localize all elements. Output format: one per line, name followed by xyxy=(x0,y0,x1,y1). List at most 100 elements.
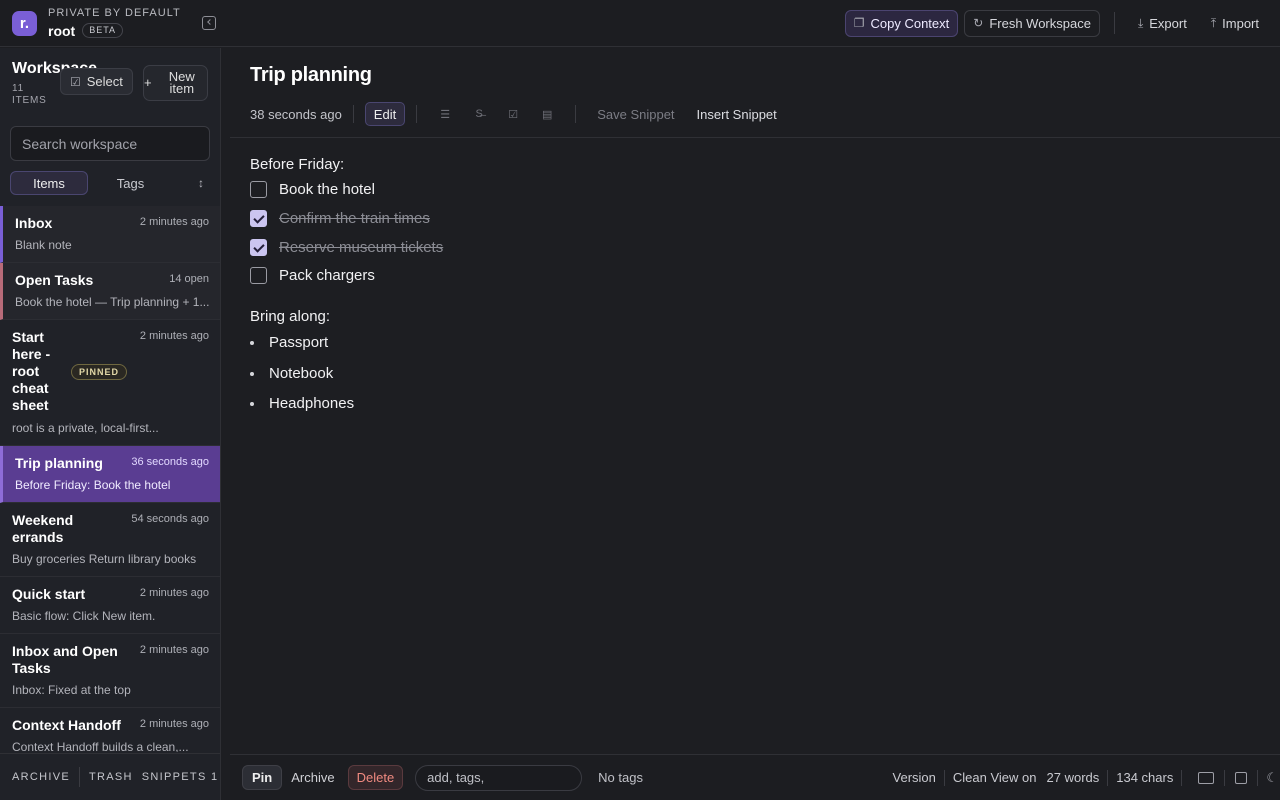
list-item[interactable]: Quick start 2 minutes ago Basic flow: Cl… xyxy=(0,577,220,634)
app-logo: r. xyxy=(12,10,37,36)
tab-items[interactable]: Items xyxy=(10,171,88,195)
import-button[interactable]: ⤒ Import xyxy=(1202,10,1268,37)
item-time: 2 minutes ago xyxy=(139,216,209,228)
search-input[interactable] xyxy=(10,126,210,161)
workspace-count: 11 ITEMS xyxy=(12,83,47,106)
copy-context-label: Copy Context xyxy=(870,15,950,31)
item-title: Start here - root cheat sheet xyxy=(12,329,51,413)
new-item-button[interactable]: + New item xyxy=(143,65,208,101)
item-time: 36 seconds ago xyxy=(131,456,209,468)
divider xyxy=(352,105,354,123)
fresh-workspace-label: Fresh Workspace xyxy=(989,15,1091,31)
trash-link[interactable]: TRASH xyxy=(89,771,133,783)
upload-icon: ⤒ xyxy=(1210,15,1217,30)
export-button[interactable]: ⤓ Export xyxy=(1129,10,1196,37)
beta-badge: BETA xyxy=(82,23,124,38)
tags-input[interactable] xyxy=(415,764,583,791)
list-item[interactable]: Inbox and Open Tasks 2 minutes ago Inbox… xyxy=(0,634,220,708)
copy-context-button[interactable]: ❐ Copy Context xyxy=(844,9,959,37)
select-label: Select xyxy=(86,74,123,89)
task-label: Reserve museum tickets xyxy=(279,239,444,256)
item-snippet: Inbox: Fixed at the top xyxy=(12,683,131,697)
refresh-icon: ↻ xyxy=(973,16,984,30)
strikethrough-icon[interactable]: S̶ xyxy=(472,107,486,121)
archive-link[interactable]: ARCHIVE xyxy=(12,771,70,783)
item-title: Weekend errands xyxy=(12,512,74,545)
calendar-icon[interactable]: ▤ xyxy=(540,107,554,121)
edited-time: 38 seconds ago xyxy=(250,106,342,122)
export-label: Export xyxy=(1149,15,1187,31)
bullet-icon xyxy=(250,401,254,406)
char-count: 134 chars xyxy=(1116,770,1174,785)
divider xyxy=(1107,769,1109,786)
list-item[interactable]: Weekend errands 54 seconds ago Buy groce… xyxy=(0,503,220,577)
item-snippet: Basic flow: Click New item. xyxy=(12,609,156,623)
bullet-text: Headphones xyxy=(269,395,355,412)
sort-icon[interactable]: ↕ xyxy=(198,176,204,190)
plus-icon: + xyxy=(144,75,152,90)
divider xyxy=(1257,769,1259,786)
delete-button[interactable]: Delete xyxy=(347,765,404,790)
list-item[interactable]: Open Tasks 14 open Book the hotel — Trip… xyxy=(0,263,220,320)
divider xyxy=(943,769,945,786)
insert-snippet-button[interactable]: Insert Snippet xyxy=(697,107,777,122)
sidebar: Workspace 11 ITEMS ☑Select +New item Ite… xyxy=(0,48,221,800)
import-label: Import xyxy=(1222,15,1259,31)
list-item[interactable]: Inbox 2 minutes ago Blank note xyxy=(0,206,220,263)
task-label: Book the hotel xyxy=(279,181,375,198)
divider xyxy=(230,137,1280,138)
version-button[interactable]: Version xyxy=(893,770,936,785)
brand-name: root xyxy=(48,22,76,39)
bullet-icon xyxy=(250,340,254,345)
item-snippet: Before Friday: Book the hotel xyxy=(15,478,171,492)
task-item[interactable]: Confirm the train times xyxy=(250,210,430,227)
divider xyxy=(1113,12,1115,34)
save-snippet-button[interactable]: Save Snippet xyxy=(597,107,674,122)
keyboard-icon[interactable] xyxy=(1198,771,1215,784)
list-item: Notebook xyxy=(250,365,333,382)
tab-tags[interactable]: Tags xyxy=(93,171,168,195)
task-checkbox[interactable] xyxy=(250,210,267,227)
moon-icon[interactable]: ☾ xyxy=(1266,770,1278,786)
list-item[interactable]: Context Handoff 2 minutes ago Context Ha… xyxy=(0,708,220,752)
task-item[interactable]: Reserve museum tickets xyxy=(250,239,443,256)
brand: PRIVATE BY DEFAULT root BETA xyxy=(48,8,181,38)
task-checkbox[interactable] xyxy=(250,267,267,284)
task-item[interactable]: Pack chargers xyxy=(250,267,375,284)
task-checkbox[interactable] xyxy=(250,239,267,256)
brand-tagline: PRIVATE BY DEFAULT xyxy=(48,7,181,19)
item-title: Context Handoff xyxy=(12,717,121,733)
editor-footer: Pin Archive Delete No tags Version Clean… xyxy=(230,754,1280,800)
item-time: 2 minutes ago xyxy=(139,718,209,730)
item-title: Inbox and Open Tasks xyxy=(12,643,118,676)
archive-button[interactable]: Archive xyxy=(291,770,334,785)
list-item-selected[interactable]: Trip planning 36 seconds ago Before Frid… xyxy=(0,446,220,503)
item-snippet: Blank note xyxy=(15,238,72,252)
task-item[interactable]: Book the hotel xyxy=(250,181,375,198)
edit-button[interactable]: Edit xyxy=(364,102,406,126)
list-item[interactable]: Start here - root cheat sheet 2 minutes … xyxy=(0,320,220,446)
checkbox-icon: ☑ xyxy=(70,74,81,89)
pin-button[interactable]: Pin xyxy=(242,765,283,790)
footer-status: Version Clean View on 27 words 134 chars… xyxy=(893,769,1280,786)
checkbox-icon[interactable]: ☑ xyxy=(506,107,520,121)
section-heading: Bring along: xyxy=(250,308,331,325)
bullet-list-icon[interactable]: ☰ xyxy=(438,107,452,121)
divider xyxy=(416,105,418,123)
pinned-badge: PINNED xyxy=(71,364,128,380)
bullet-text: Notebook xyxy=(269,365,334,382)
item-snippet: root is a private, local-first... xyxy=(12,421,159,435)
task-checkbox[interactable] xyxy=(250,181,267,198)
layout-icon[interactable] xyxy=(1235,771,1248,784)
clean-view-toggle[interactable]: Clean View on xyxy=(953,770,1037,785)
page-title[interactable]: Trip planning xyxy=(250,64,372,87)
collapse-sidebar-icon[interactable] xyxy=(201,16,216,30)
item-title: Open Tasks xyxy=(15,272,94,288)
divider xyxy=(1224,769,1226,786)
copy-icon: ❐ xyxy=(853,16,865,30)
snippets-link[interactable]: SNIPPETS 1 xyxy=(142,771,219,783)
fresh-workspace-button[interactable]: ↻ Fresh Workspace xyxy=(964,9,1100,37)
item-snippet: Buy groceries Return library books xyxy=(12,552,197,566)
select-button[interactable]: ☑ Select xyxy=(60,68,133,95)
item-time: 2 minutes ago xyxy=(139,587,209,599)
